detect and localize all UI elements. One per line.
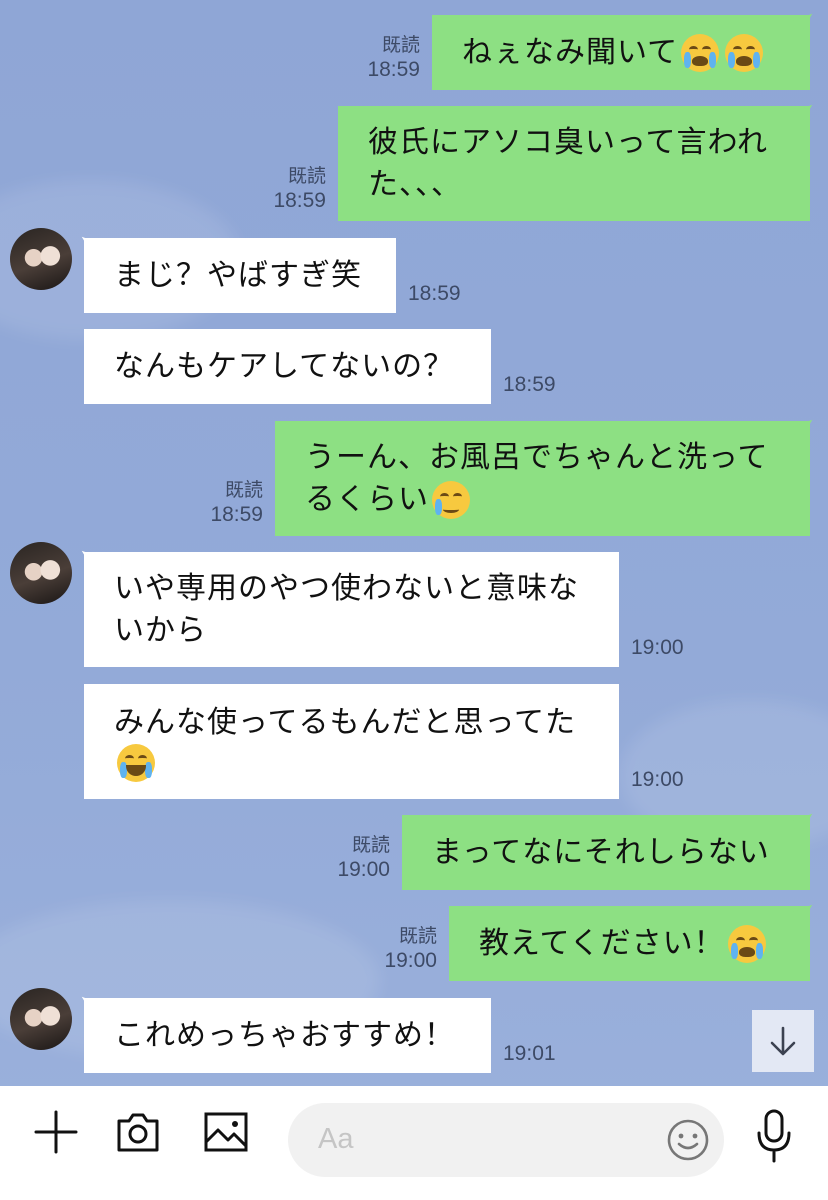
camera-icon [117, 1113, 159, 1152]
message-line: うーん、お風呂でちゃんと洗って [305, 439, 769, 475]
message-time: 19:00 [337, 858, 390, 881]
message-line: みんな使ってるもんだと思ってた [114, 704, 576, 740]
read-receipt: 既読 [381, 35, 420, 56]
message-time: 19:01 [503, 1042, 556, 1065]
message-text: 教えてください！ [479, 925, 725, 961]
outgoing-message-bubble[interactable]: 教えてください！ [449, 906, 810, 981]
message-meta: 既読 18:59 [193, 480, 263, 528]
arrow-down-icon [770, 1026, 796, 1056]
message-text: これめっちゃおすすめ！ [114, 1017, 455, 1053]
contact-avatar[interactable] [10, 542, 72, 604]
outgoing-message-bubble[interactable]: ねぇなみ聞いて [432, 15, 810, 90]
message-meta: 既読 18:59 [350, 35, 420, 83]
message-meta: 既読 19:00 [320, 835, 390, 883]
outgoing-message-bubble[interactable]: 彼氏にアソコ臭いって言われ た、、、 [338, 106, 810, 221]
camera-button[interactable] [112, 1106, 164, 1158]
message-line: 彼氏にアソコ臭いって言われ [368, 124, 768, 160]
emoji-button[interactable] [666, 1118, 710, 1166]
incoming-message-bubble[interactable]: これめっちゃおすすめ！ [84, 998, 491, 1073]
read-receipt: 既読 [398, 926, 437, 947]
message-time: 19:00 [631, 768, 684, 791]
message-line-row: るくらい [305, 479, 473, 521]
smiling-face-with-tear-icon [432, 480, 470, 519]
message-meta: 既読 19:00 [367, 926, 437, 974]
message-line: るくらい [305, 481, 429, 517]
photo-button[interactable] [200, 1106, 252, 1158]
scroll-to-bottom-button[interactable] [752, 1010, 814, 1072]
microphone-icon [757, 1109, 791, 1163]
message-time: 18:59 [367, 58, 420, 81]
message-text: まってなにそれしらない [432, 834, 770, 870]
read-receipt: 既読 [351, 835, 390, 856]
incoming-message-bubble[interactable]: いや専用のやつ使わないと意味な いから [84, 552, 619, 667]
emoji-icon [667, 1119, 709, 1161]
plus-icon [34, 1110, 78, 1154]
message-line: た、、、 [368, 166, 462, 202]
voice-button[interactable] [750, 1106, 798, 1166]
incoming-message-bubble[interactable]: みんな使ってるもんだと思ってた [84, 684, 619, 799]
chat-area[interactable]: 既読 18:59 ねぇなみ聞いて 既読 18:59 彼氏にアソコ臭いって言われ … [0, 0, 828, 1086]
message-input[interactable]: Aa [288, 1103, 724, 1177]
outgoing-message-bubble[interactable]: うーん、お風呂でちゃんと洗って るくらい [275, 421, 810, 536]
message-meta: 既読 18:59 [256, 166, 326, 214]
contact-avatar[interactable] [10, 228, 72, 290]
incoming-message-bubble[interactable]: まじ？やばすぎ笑 [84, 238, 396, 313]
face-with-tears-of-joy-icon [117, 743, 155, 782]
message-line: いや専用のやつ使わないと意味な [114, 570, 579, 606]
message-line: いから [114, 612, 207, 648]
message-text: まじ？やばすぎ笑 [114, 257, 362, 293]
message-time: 18:59 [408, 282, 461, 305]
message-time: 18:59 [273, 189, 326, 212]
add-button[interactable] [30, 1106, 82, 1158]
contact-avatar[interactable] [10, 988, 72, 1050]
image-icon [204, 1112, 248, 1152]
loudly-crying-face-icon [681, 33, 720, 72]
incoming-message-bubble[interactable]: なんもケアしてないの？ [84, 329, 491, 404]
message-text: なんもケアしてないの？ [114, 348, 455, 384]
message-time: 18:59 [503, 373, 556, 396]
loudly-crying-face-icon [727, 924, 766, 963]
message-time: 19:00 [631, 636, 684, 659]
outgoing-message-bubble[interactable]: まってなにそれしらない [402, 815, 810, 890]
loudly-crying-face-icon [725, 33, 764, 72]
read-receipt: 既読 [287, 166, 326, 187]
message-time: 18:59 [210, 503, 263, 526]
message-input-bar: Aa [0, 1086, 828, 1200]
message-text: ねぇなみ聞いて [462, 34, 679, 70]
input-placeholder: Aa [318, 1123, 354, 1155]
read-receipt: 既読 [224, 480, 263, 501]
message-time: 19:00 [384, 949, 437, 972]
